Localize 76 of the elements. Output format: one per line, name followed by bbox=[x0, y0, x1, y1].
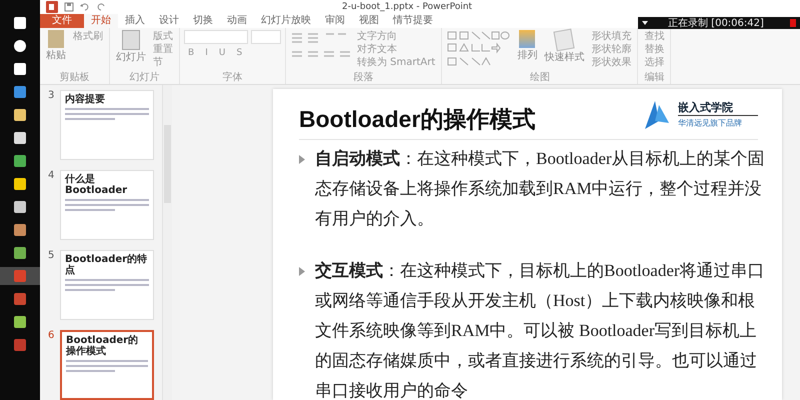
paragraph-command[interactable]: 对齐文本 bbox=[355, 43, 438, 56]
ribbon-tab[interactable]: 设计 bbox=[152, 14, 186, 28]
group-label: 字体 bbox=[222, 72, 242, 84]
slide-thumbnail[interactable]: Bootloader的特点 bbox=[60, 250, 154, 320]
slide-thumbnail[interactable]: 什么是Bootloader bbox=[60, 170, 154, 240]
group-label: 段落 bbox=[354, 72, 374, 84]
app-icon bbox=[14, 247, 26, 259]
save-icon[interactable] bbox=[64, 2, 74, 12]
ribbon-tab[interactable]: 切换 bbox=[186, 14, 220, 28]
ribbon-tab[interactable]: 情节提要 bbox=[386, 14, 440, 28]
slide-number: 5 bbox=[48, 250, 56, 261]
group-label: 幻灯片 bbox=[130, 72, 160, 84]
new-slide-button[interactable]: 幻灯片 bbox=[114, 30, 148, 64]
ribbon-tab[interactable]: 审阅 bbox=[318, 14, 352, 28]
font-style-button[interactable]: U bbox=[214, 48, 230, 58]
slide-number: 3 bbox=[48, 90, 56, 101]
shape-command[interactable]: 形状效果 bbox=[589, 56, 634, 69]
group-label: 编辑 bbox=[644, 72, 664, 84]
app-icon bbox=[14, 86, 26, 98]
app-icon bbox=[14, 109, 26, 121]
font-style-button[interactable]: I bbox=[201, 48, 212, 58]
app-icon bbox=[14, 40, 26, 52]
app-icon bbox=[14, 270, 26, 282]
shape-command[interactable]: 形状轮廓 bbox=[589, 43, 634, 56]
paste-button[interactable]: 粘贴 bbox=[44, 30, 68, 62]
layout-button[interactable]: 版式 bbox=[151, 30, 175, 43]
ribbon-tab[interactable]: 插入 bbox=[118, 14, 152, 28]
font-style-button[interactable]: S bbox=[232, 48, 246, 58]
slide-number: 6 bbox=[48, 330, 56, 341]
arrange-button[interactable]: 排列 bbox=[515, 30, 540, 62]
font-name-field[interactable] bbox=[184, 30, 248, 44]
dropdown-icon[interactable] bbox=[642, 21, 648, 25]
app-icon bbox=[14, 178, 26, 190]
bullet-text: 自启动模式：在这种模式下，Bootloader从目标机上的某个固态存储设备上将操作系统加载到RAM中运行，整个过程并没有用户的介入。 bbox=[315, 148, 766, 230]
font-size-field[interactable] bbox=[251, 30, 281, 44]
slide-title: Bootloader的操作模式 bbox=[299, 105, 536, 134]
logo-name: 嵌入式学院 bbox=[678, 100, 758, 116]
editing-command[interactable]: 查找 bbox=[642, 30, 666, 43]
slide-thumbnail[interactable]: Bootloader的操作模式 bbox=[60, 330, 154, 400]
reset-button[interactable]: 重置 bbox=[151, 43, 175, 56]
slide-number: 4 bbox=[48, 170, 56, 181]
redo-icon[interactable] bbox=[96, 2, 106, 12]
undo-icon[interactable] bbox=[80, 2, 90, 12]
bullet-icon bbox=[299, 155, 305, 164]
app-icon bbox=[14, 224, 26, 236]
slide-thumbnail[interactable]: 内容提要 bbox=[60, 90, 154, 160]
ribbon-tab[interactable]: 视图 bbox=[352, 14, 386, 28]
format-painter-button[interactable]: 格式刷 bbox=[71, 30, 105, 43]
ribbon-tab[interactable]: 开始 bbox=[84, 14, 118, 28]
group-label: 剪贴板 bbox=[60, 72, 90, 84]
recording-status: 正在录制 [00:06:42] bbox=[668, 16, 764, 30]
app-icon bbox=[14, 316, 26, 328]
group-label: 绘图 bbox=[530, 72, 550, 84]
font-style-button[interactable]: B bbox=[184, 48, 198, 58]
logo-tagline: 华清远见旗下品牌 bbox=[678, 118, 742, 129]
paragraph-command[interactable]: 转换为 SmartArt bbox=[355, 56, 438, 69]
ribbon-tab[interactable]: 文件 bbox=[40, 14, 84, 28]
bullet-icon bbox=[299, 267, 305, 276]
app-icon bbox=[14, 17, 26, 29]
app-icon bbox=[14, 293, 26, 305]
app-icon bbox=[14, 201, 26, 213]
shape-command[interactable]: 形状填充 bbox=[589, 30, 634, 43]
app-icon bbox=[14, 63, 26, 75]
scrollbar[interactable] bbox=[162, 85, 172, 400]
editing-command[interactable]: 替换 bbox=[642, 43, 666, 56]
ribbon-tab[interactable]: 动画 bbox=[220, 14, 254, 28]
quick-styles-button[interactable]: 快速样式 bbox=[542, 30, 586, 64]
app-icon bbox=[14, 339, 26, 351]
paragraph-command[interactable]: 文字方向 bbox=[355, 30, 438, 43]
window-title: 2-u-boot_1.pptx - PowerPoint bbox=[342, 2, 472, 12]
ribbon-tab[interactable]: 幻灯片放映 bbox=[254, 14, 318, 28]
section-button[interactable]: 节 bbox=[151, 56, 175, 69]
app-icon bbox=[14, 132, 26, 144]
editing-command[interactable]: 选择 bbox=[642, 56, 666, 69]
bullet-text: 交互模式：在这种模式下，目标机上的Bootloader将通过串口或网络等通信手段从开发主机（Host）上下载内核映像和根文件系统映像等到RAM中。可以被 Bootloader写到目标机上的固态存储媒质中，或者直接进行系统的引导。也可以通过串口接收用户的命令 bbox=[315, 260, 766, 400]
app-icon bbox=[14, 155, 26, 167]
